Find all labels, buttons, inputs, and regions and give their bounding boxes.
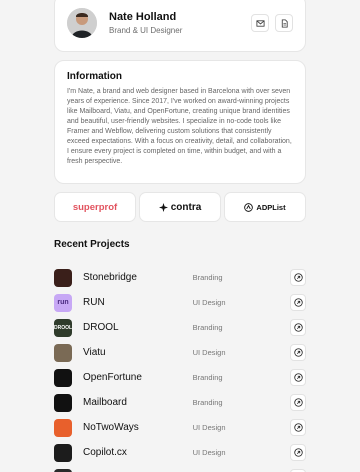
email-button[interactable]: [251, 14, 269, 32]
project-row[interactable]: Mailboard Branding: [54, 390, 306, 415]
project-category: Branding: [192, 273, 223, 282]
project-row[interactable]: Copilot.cx UI Design: [54, 440, 306, 465]
profile-name: Nate Holland: [109, 11, 177, 23]
arrow-up-right-icon: [293, 373, 303, 382]
brand-logos: superprof contra ADPList: [54, 192, 306, 222]
adplist-logo-text: ADPList: [256, 202, 286, 212]
project-name: DROOL: [83, 322, 119, 333]
project-category: UI Design: [192, 348, 226, 357]
information-title: Information: [67, 71, 122, 82]
project-category: UI Design: [192, 298, 226, 307]
recent-projects-title: Recent Projects: [54, 239, 130, 250]
project-name: OpenFortune: [83, 372, 142, 383]
project-row[interactable]: OpenFortune Branding: [54, 365, 306, 390]
brand-contra[interactable]: contra: [139, 192, 221, 222]
project-thumbnail: [54, 343, 72, 362]
arrow-up-right-icon: [293, 298, 303, 307]
project-category: UI Design: [192, 448, 226, 457]
project-row[interactable]: run RUN UI Design: [54, 290, 306, 315]
page: Nate Holland Brand & UI Designer Informa…: [0, 0, 360, 472]
project-thumbnail: run: [54, 293, 72, 312]
project-thumbnail: [54, 418, 72, 437]
project-name: NoTwoWays: [83, 422, 139, 433]
project-row[interactable]: DROOL DROOL Branding: [54, 315, 306, 340]
resume-button[interactable]: [275, 14, 293, 32]
project-thumbnail: [54, 468, 72, 472]
profile-role: Brand & UI Designer: [109, 26, 183, 35]
project-name: Viatu: [83, 347, 106, 358]
arrow-up-right-icon: [293, 398, 303, 407]
project-category: Branding: [192, 373, 223, 382]
project-row[interactable]: [54, 465, 306, 472]
open-project-button[interactable]: [290, 369, 306, 386]
arrow-up-right-icon: [293, 323, 303, 332]
arrow-up-right-icon: [293, 448, 303, 457]
document-icon: [281, 18, 288, 28]
brand-adplist[interactable]: ADPList: [224, 192, 306, 222]
project-row[interactable]: Stonebridge Branding: [54, 265, 306, 290]
adplist-icon: [244, 202, 254, 212]
open-project-button[interactable]: [290, 319, 306, 336]
project-category: Branding: [192, 398, 223, 407]
arrow-up-right-icon: [293, 423, 303, 432]
mail-icon: [255, 19, 265, 27]
project-name: Copilot.cx: [83, 447, 127, 458]
project-category: UI Design: [192, 423, 226, 432]
contra-star-icon: [158, 202, 168, 212]
arrow-up-right-icon: [293, 273, 303, 282]
open-project-button[interactable]: [290, 294, 306, 311]
open-project-button[interactable]: [290, 444, 306, 461]
project-thumbnail: [54, 443, 72, 462]
arrow-up-right-icon: [293, 348, 303, 357]
open-project-button[interactable]: [290, 419, 306, 436]
project-row[interactable]: NoTwoWays UI Design: [54, 415, 306, 440]
project-thumbnail-text: DROOL: [54, 324, 72, 331]
brand-superprof[interactable]: superprof: [54, 192, 136, 222]
project-thumbnail: [54, 368, 72, 387]
avatar: [67, 8, 97, 38]
project-row[interactable]: Viatu UI Design: [54, 340, 306, 365]
project-category: Branding: [192, 323, 223, 332]
project-name: RUN: [83, 297, 105, 308]
project-name: Mailboard: [83, 397, 127, 408]
open-project-button[interactable]: [290, 394, 306, 411]
superprof-logo-text: superprof: [72, 201, 118, 213]
open-project-button[interactable]: [290, 269, 306, 286]
project-thumbnail: [54, 393, 72, 412]
project-name: Stonebridge: [83, 272, 137, 283]
project-thumbnail-text: run: [57, 299, 69, 306]
information-body: I'm Nate, a brand and web designer based…: [67, 88, 292, 165]
profile-card: Nate Holland Brand & UI Designer: [54, 0, 306, 52]
contra-logo-text: contra: [170, 201, 202, 213]
information-card: Information I'm Nate, a brand and web de…: [54, 60, 306, 184]
project-list: Stonebridge Branding run RUN UI Design DROOL D…: [54, 265, 306, 472]
project-thumbnail: DROOL: [54, 318, 72, 337]
project-thumbnail: [54, 268, 72, 287]
open-project-button[interactable]: [290, 344, 306, 361]
